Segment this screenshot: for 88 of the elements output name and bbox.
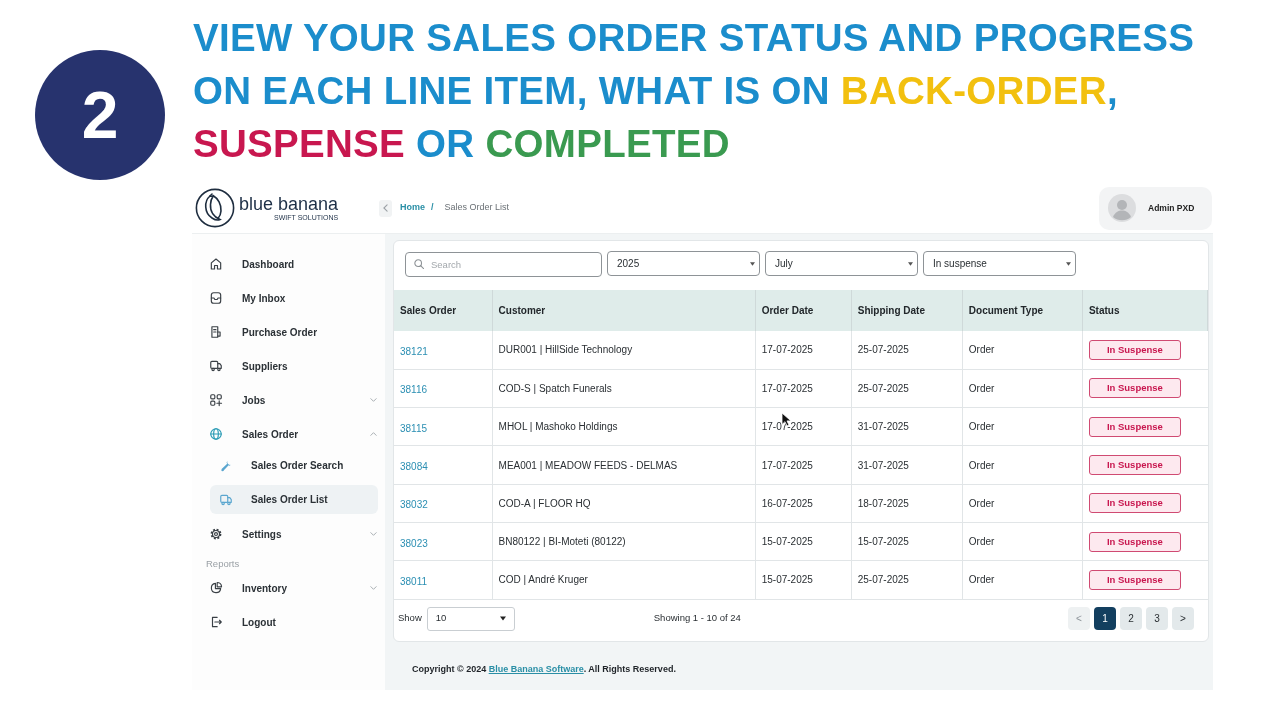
table-cell: 25-07-2025 [851,369,963,408]
column-header: Document Type [962,290,1083,331]
sales-order-link[interactable]: 38121 [400,345,428,357]
status-badge: In Suspense [1088,339,1181,360]
sidebar-item[interactable]: Purchase Order [192,315,385,349]
breadcrumb-link[interactable]: Home [400,201,425,215]
user-profile-button[interactable]: Admin PXD [1099,186,1212,230]
column-header: Customer [492,290,756,331]
sidebar-subitem[interactable]: Sales Order List [210,485,378,514]
table-cell: Order [962,407,1083,446]
logo-icon [195,188,235,228]
table-cell: Order [962,560,1083,600]
collapse-sidebar-button[interactable] [379,199,392,217]
sidebar-item[interactable]: My Inbox [192,281,385,315]
table-cell: 17-07-2025 [755,369,852,408]
status-badge: In Suspense [1088,531,1181,552]
table-cell: DUR001 | HillSide Technology [492,331,756,370]
truck-icon [219,492,233,507]
caret-down-icon [750,261,755,266]
table-cell: 31-07-2025 [851,445,963,485]
breadcrumb-current: Sales Order List [444,201,510,215]
table-cell: 15-07-2025 [755,522,852,561]
table-cell: 31-07-2025 [851,407,963,446]
table-cell: Order [962,522,1083,561]
filter-select[interactable]: 2025 [607,251,760,276]
sidebar-item[interactable]: Dashboard [192,247,385,281]
table-cell: 16-07-2025 [755,484,852,523]
table-cell: 17-07-2025 [755,331,852,370]
caret-down-icon [908,261,913,266]
section-label: Reports [205,557,241,571]
breadcrumb-separator: / [431,201,434,215]
chevron-left-icon [383,204,388,212]
search-icon [414,259,424,269]
table-cell: Order [962,445,1083,485]
avatar-icon [1108,194,1136,222]
table-cell: Order [962,369,1083,408]
status-badge: In Suspense [1088,455,1181,476]
table-cell: BN80122 | BI-Moteti (80122) [492,522,756,561]
step-number-badge: 2 [35,50,165,180]
caret-down-icon [499,616,506,622]
table-cell: COD-A | FLOOR HQ [492,484,756,523]
table-cell: COD | André Kruger [492,560,756,600]
status-badge: In Suspense [1088,416,1181,437]
table-cell: Order [962,484,1083,523]
sales-order-link[interactable]: 38084 [400,461,428,473]
copyright-text: Copyright © 2024 Blue Banana Software. All Rights Reserved. [411,663,677,676]
sales-order-link[interactable]: 38115 [400,422,428,434]
filter-select[interactable]: In suspense [923,251,1076,276]
sales-order-link[interactable]: 38011 [400,575,428,587]
show-label: Show [398,611,422,626]
logo-text: blue banana [239,194,339,214]
headline: VIEW YOUR SALES ORDER STATUS AND PROGRESS ON EACH LINE ITEM, WHAT IS ON BACK-ORDER, SUSPENSE OR COMPLETED [193,15,1195,167]
sidebar-item[interactable]: Suppliers [192,349,385,383]
status-badge: In Suspense [1088,378,1181,399]
table-cell: Order [962,331,1083,370]
filter-select[interactable]: July [765,251,918,276]
sales-order-link[interactable]: 38023 [400,537,428,549]
table-cell: 25-07-2025 [851,560,963,600]
table-cell: 18-07-2025 [851,484,963,523]
sidebar-item[interactable]: Jobs [192,383,385,417]
column-header: Shipping Date [851,290,963,331]
column-header: Sales Order [394,290,493,331]
table-cell: 25-07-2025 [851,331,963,370]
table-cell: COD-S | Spatch Funerals [492,369,756,408]
status-badge: In Suspense [1088,493,1181,514]
column-header: Order Date [755,290,852,331]
sidebar-item[interactable]: Sales Order [192,417,385,451]
sidebar-item[interactable]: Logout [192,605,385,639]
column-header: Status [1082,290,1208,331]
table-cell: 17-07-2025 [755,445,852,485]
sales-order-link[interactable]: 38116 [400,384,428,396]
page-button[interactable]: 3 [1146,607,1168,631]
search-field[interactable]: Search [405,252,602,277]
results-summary: Showing 1 - 10 of 24 [653,611,741,626]
sidebar-subitem[interactable]: Sales Order Search [210,451,378,480]
sales-order-link[interactable]: 38032 [400,499,428,511]
page-button[interactable]: 1 [1094,607,1116,631]
table-cell: 15-07-2025 [755,560,852,600]
page-button[interactable]: 2 [1120,607,1142,631]
status-badge: In Suspense [1088,569,1181,590]
page-size-select[interactable]: 10 [426,606,515,631]
sidebar-item[interactable]: Settings [192,517,385,551]
table-cell: MHOL | Mashoko Holdings [492,407,756,446]
table-cell: MEA001 | MEADOW FEEDS - DELMAS [492,445,756,485]
caret-down-icon [1066,261,1071,266]
sidebar-item[interactable]: Inventory [192,571,385,605]
page-button[interactable]: > [1172,607,1194,631]
table-cell: 15-07-2025 [851,522,963,561]
